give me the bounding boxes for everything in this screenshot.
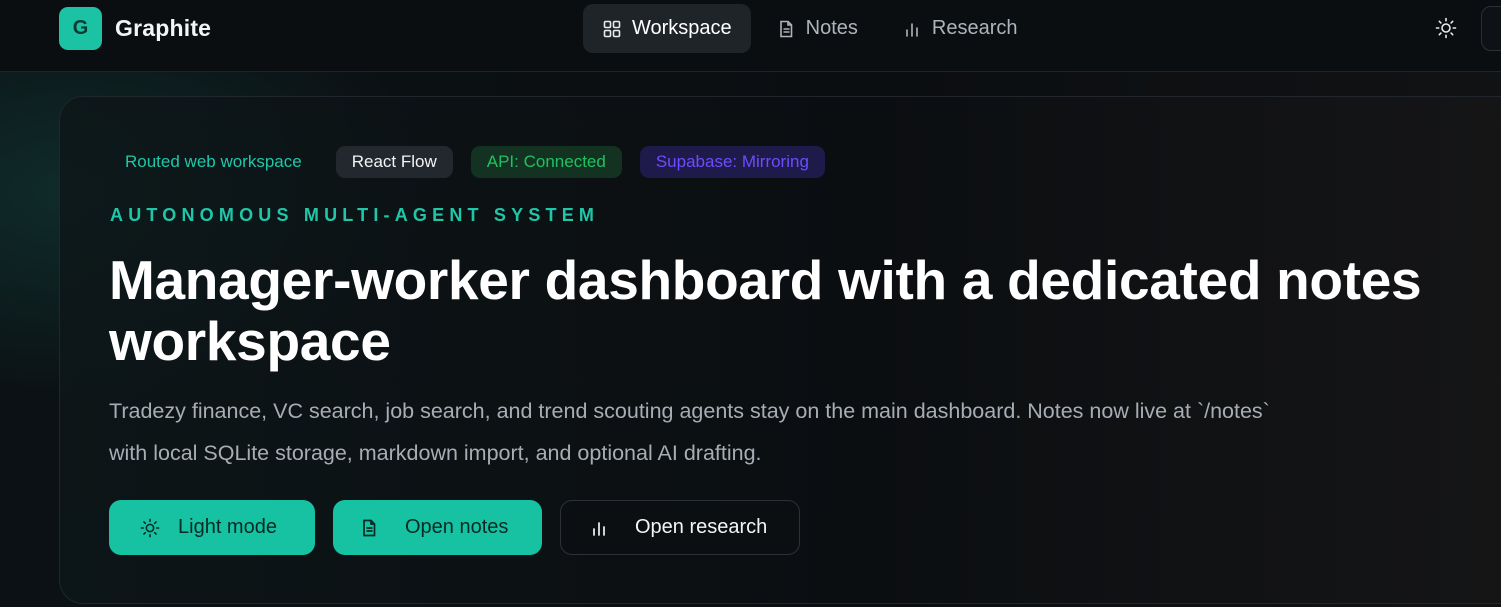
nav-item-research[interactable]: Research — [883, 4, 1037, 53]
chip-supabase-status: Supabase: Mirroring — [639, 146, 825, 178]
bar-chart-icon — [593, 521, 605, 536]
document-icon — [779, 20, 792, 37]
nav-item-label: Workspace — [632, 17, 732, 39]
app-name[interactable]: Graphite — [115, 15, 211, 42]
nav-item-label: Notes — [805, 17, 858, 39]
open-notes-button[interactable]: Open notes — [333, 500, 542, 555]
hero-title: Manager-worker dashboard with a dedicate… — [109, 249, 1422, 372]
top-navigation-bar: G Graphite Workspace Notes Research — [0, 0, 1501, 72]
app-logo[interactable]: G — [59, 6, 102, 50]
bar-chart-icon — [906, 22, 918, 37]
theme-toggle-button[interactable] — [1433, 15, 1459, 41]
button-label: Open research — [635, 516, 768, 538]
document-icon — [363, 519, 376, 536]
light-mode-button[interactable]: Light mode — [109, 500, 315, 555]
status-chips: Routed web workspace React Flow API: Con… — [109, 146, 825, 178]
chip-react-flow: React Flow — [335, 146, 453, 178]
button-label: Open notes — [405, 516, 509, 538]
sun-icon — [1435, 17, 1457, 39]
button-label: Light mode — [178, 516, 277, 538]
hero-description: Tradezy finance, VC search, job search, … — [109, 399, 1270, 465]
grid-icon — [603, 20, 621, 37]
nav-item-notes[interactable]: Notes — [757, 4, 877, 53]
chip-api-status: API: Connected — [470, 146, 622, 178]
sun-icon — [140, 518, 160, 537]
main-nav: Workspace Notes Research — [583, 4, 1037, 53]
nav-item-label: Research — [931, 17, 1018, 39]
open-research-button[interactable]: Open research — [560, 500, 800, 555]
brand[interactable]: G Graphite — [59, 6, 211, 50]
hero-eyebrow: AUTONOMOUS MULTI-AGENT SYSTEM — [110, 205, 600, 225]
chip-routed-workspace: Routed web workspace — [125, 152, 302, 171]
hero-actions: Light mode Open notes Open research — [109, 500, 800, 555]
nav-item-workspace[interactable]: Workspace — [583, 4, 751, 53]
account-button[interactable] — [1481, 6, 1501, 51]
